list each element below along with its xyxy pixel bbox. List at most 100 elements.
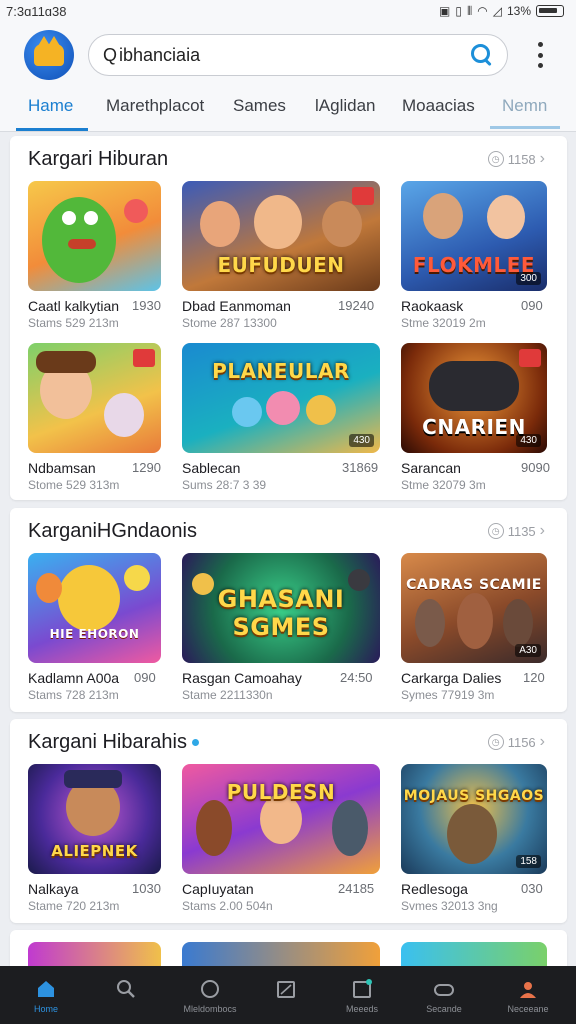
section-more[interactable]: ◷ 1158 › [487,150,545,168]
games-icon [434,984,454,996]
app-name: Redlesoga [401,881,468,897]
thumbnail-badge: 158 [516,855,541,868]
section-gndaonis: KarganiHGndaonis ◷ 1135 › HIE EHORON Kad… [10,508,567,712]
nav-meeeds[interactable]: Meeeds [322,966,402,1024]
section-title: Kargani Hibarahis [28,731,187,753]
app-thumbnail[interactable]: FLOKMLEE 300 [401,181,547,291]
section-title: Kargari Hiburan [28,148,169,170]
app-stats: Stame 720 213m [28,899,120,913]
app-thumbnail[interactable]: MOJAUS SHGAOS 158 [401,764,547,874]
tab-marketplace[interactable]: Marethplacot [106,96,204,116]
app-name: Raokaask [401,298,464,314]
nav-mleldombocs[interactable]: Mleldombocs [170,966,250,1024]
tab-games[interactable]: Sames [233,96,286,116]
thumbnail-title: CADRAS SCAMIE [406,577,542,593]
tab-moaacias[interactable]: Moaacias [402,96,475,116]
app-stats: Symes 77919 3m [401,688,495,702]
nav-search[interactable] [86,966,166,1024]
app-name: Carkarga Dalies [401,670,502,686]
bottom-navigation: Home Mleldombocs Meeeds Secande Neceeane [0,966,576,1024]
tag-badge [519,349,541,367]
section-title: KarganiHGndaonis [28,520,197,542]
app-name: Sarancan [401,460,461,476]
logo-mascot-icon [34,36,64,66]
app-rating: 1290 [132,460,161,475]
app-stats: Stme 32019 2m [401,316,486,330]
app-thumbnail[interactable]: HIE EHORON [28,553,161,663]
app-rating: 9090 [521,460,550,475]
vibrate-icon: ⦀ [466,3,473,18]
section-hibarahis: Kargani Hibarahis ◷ 1156 › ALIEPNEK Nalk… [10,719,567,923]
search-input[interactable]: Q ibhanciaia [88,34,508,76]
app-thumbnail[interactable]: PULDESN [182,764,380,874]
thumbnail-badge: A30 [515,644,541,657]
app-name: CapIuyatan [182,881,254,897]
thumbnail-title: PULDESN [226,780,336,804]
sim-icon: ▯ [455,4,462,18]
app-thumbnail[interactable]: PLANEULAR 430 [182,343,380,453]
tab-scroll-indicator [490,126,560,129]
app-thumbnail[interactable]: CADRAS SCAMIE A30 [401,553,547,663]
nav-neceeane[interactable]: Neceeane [488,966,568,1024]
app-stats: Stame 2211330n [182,688,273,702]
tag-badge [133,349,155,367]
category-tabs: Hame Marethplacot Sames lAglidan Moaacia… [0,92,576,132]
active-tab-indicator [16,128,88,131]
app-thumbnail[interactable] [28,181,161,291]
app-thumbnail[interactable] [28,343,161,453]
app-logo[interactable] [24,30,74,80]
thumbnail-badge: 300 [516,272,541,285]
app-thumbnail[interactable]: GHASANI SGMES [182,553,380,663]
status-time: 7:3ɑ11ɑ38 [6,3,67,19]
tag-badge [352,187,374,205]
thumbnail-title: ALIEPNEK [51,842,138,860]
section-more[interactable]: ◷ 1135 › [487,522,545,540]
search-icon[interactable] [471,44,493,66]
app-stats: Stme 32079 3m [401,478,486,492]
tab-aplikasi[interactable]: lAglidan [315,96,376,116]
wifi-icon: ◠ [477,4,488,18]
app-stats: Stome 529 313m [28,478,120,492]
tab-home[interactable]: Hame [28,96,73,116]
app-rating: 1930 [132,298,161,313]
app-stats: Sums 28:7 3 39 [182,478,267,492]
nav-secande[interactable]: Secande [404,966,484,1024]
search-query[interactable]: ibhanciaia [119,45,471,66]
more-options-icon[interactable] [536,42,544,68]
home-icon [38,981,54,997]
nav-clipboard[interactable] [246,966,326,1024]
app-name: Dbad Eanmoman [182,298,291,314]
app-rating: 19240 [338,298,375,313]
signal-icon: ◿ [492,4,502,18]
nav-home[interactable]: Home [6,966,86,1024]
thumbnail-badge: 430 [516,434,541,447]
status-icons: ▣ ▯ ⦀ ◠ ◿ 13% [439,4,564,19]
app-rating: 120 [523,670,545,685]
thumbnail-title: EUFUDUEN [217,253,345,277]
battery-percent: 13% [506,4,531,18]
top-bar: Q ibhanciaia Hame Marethplacot Sames lAg… [0,22,576,132]
app-stats: Stome 287 13300 [182,316,277,330]
circle-icon [201,980,219,998]
app-rating: 030 [521,881,543,896]
clipboard-icon [277,981,295,998]
app-thumbnail[interactable]: CNARIEN 430 [401,343,547,453]
app-name: Ndbamsan [28,460,96,476]
app-rating: 090 [134,670,156,685]
app-thumbnail[interactable]: EUFUDUEN [182,181,380,291]
notifications-icon [353,979,372,998]
app-thumbnail[interactable]: ALIEPNEK [28,764,161,874]
clock-icon: ◷ [487,734,504,750]
app-rating: 31869 [342,460,379,475]
thumbnail-title: PLANEULAR [212,359,350,383]
search-prefix: Q [103,44,118,65]
app-name: Sablecan [182,460,241,476]
section-more[interactable]: ◷ 1156 › [487,733,545,751]
app-rating: 24185 [338,881,375,896]
app-name: Caatl kalkytian [28,298,120,314]
tab-nemn[interactable]: Nemn [502,96,547,116]
thumbnail-title: GHASANI SGMES [217,585,345,641]
app-name: Kadlamn A00a [28,670,120,686]
clock-icon: ◷ [487,151,504,167]
app-name: Rasgan Camoahay [182,670,302,686]
